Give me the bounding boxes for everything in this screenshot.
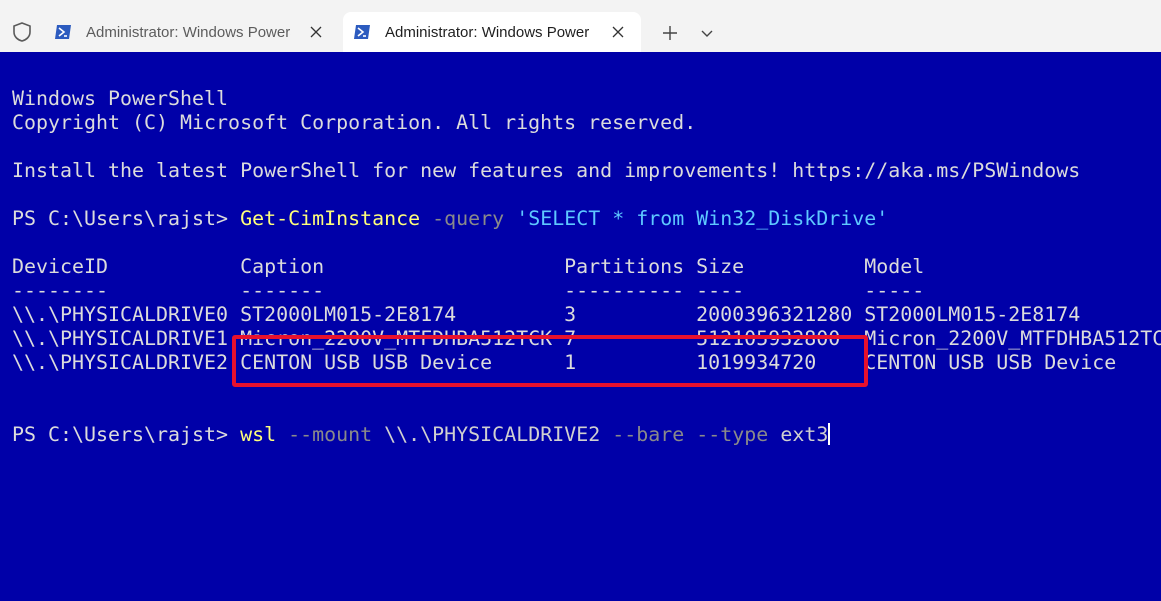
banner-line: Windows PowerShell — [12, 86, 229, 110]
arg-device: \\.\PHYSICALDRIVE2 — [384, 422, 601, 446]
table-cell: Micron_2200V_MTFDHBA512TCK — [864, 326, 1161, 350]
install-message: Install the latest PowerShell for new fe… — [12, 158, 1081, 182]
arg-fs-type: ext3 — [780, 422, 829, 446]
powershell-icon — [354, 25, 370, 39]
table-cell: 3 — [564, 302, 577, 326]
terminal-output: Windows PowerShell Copyright (C) Microsof… — [12, 62, 1161, 494]
powershell-icon — [55, 25, 71, 39]
param-type: --type — [696, 422, 769, 446]
command-value: 'SELECT * from Win32_DiskDrive' — [516, 206, 889, 230]
param-bare: --bare — [612, 422, 685, 446]
column-separator: ------- — [240, 278, 325, 302]
command-param: -query — [432, 206, 505, 230]
column-header: Partitions — [564, 254, 685, 278]
column-header: Caption — [240, 254, 325, 278]
text-cursor — [828, 423, 831, 445]
command-name: wsl — [240, 422, 277, 446]
new-tab-icon[interactable] — [657, 20, 683, 46]
tab-title: Administrator: Windows PowerShell — [86, 23, 291, 41]
param-mount: --mount — [288, 422, 373, 446]
tab-powershell-1[interactable]: Administrator: Windows PowerShell — [44, 12, 339, 52]
table-cell: \\.\PHYSICALDRIVE1 — [12, 326, 229, 350]
table-header: DeviceID Caption Partitions Size Model — [12, 254, 1161, 278]
table-cell: ST2000LM015-2E8174 — [864, 302, 1081, 326]
highlight-box — [232, 335, 868, 387]
table-cell: 2000396321280 — [696, 302, 853, 326]
close-tab-icon[interactable] — [305, 21, 327, 43]
column-separator: ---- — [696, 278, 745, 302]
column-separator: ---------- — [564, 278, 685, 302]
command-line-1: PS C:\Users\rajst> Get-CimInstance -quer… — [12, 206, 1161, 230]
table-cell: \\.\PHYSICALDRIVE2 — [12, 350, 229, 374]
terminal-pane[interactable]: Windows PowerShell Copyright (C) Microsof… — [0, 52, 1161, 601]
prompt: PS C:\Users\rajst> — [12, 206, 241, 230]
command-line-2[interactable]: PS C:\Users\rajst> wsl --mount \\.\PHYSI… — [12, 422, 1161, 446]
chevron-down-icon[interactable] — [696, 22, 718, 44]
column-separator: ----- — [864, 278, 925, 302]
column-header: Model — [864, 254, 925, 278]
shield-icon[interactable] — [11, 21, 33, 43]
table-cell: ST2000LM015-2E8174 — [240, 302, 457, 326]
table-cell: CENTON USB USB Device — [864, 350, 1117, 374]
tab-powershell-2[interactable]: Administrator: Windows PowerShell — [343, 12, 641, 52]
tab-title: Administrator: Windows PowerShell — [385, 23, 590, 41]
column-header: DeviceID — [12, 254, 109, 278]
column-separator: -------- — [12, 278, 109, 302]
copyright-line: Copyright (C) Microsoft Corporation. All… — [12, 110, 697, 134]
prompt: PS C:\Users\rajst> — [12, 422, 241, 446]
close-tab-icon[interactable] — [607, 21, 629, 43]
title-bar: Administrator: Windows PowerShell Admini… — [0, 0, 1161, 52]
table-row: \\.\PHYSICALDRIVE0 ST2000LM015-2E8174 3 200… — [12, 302, 1161, 326]
table-separator: -------- ------- ---------- ---- ----- — [12, 278, 1161, 302]
table-cell: \\.\PHYSICALDRIVE0 — [12, 302, 229, 326]
command-name: Get-CimInstance — [240, 206, 421, 230]
column-header: Size — [696, 254, 745, 278]
